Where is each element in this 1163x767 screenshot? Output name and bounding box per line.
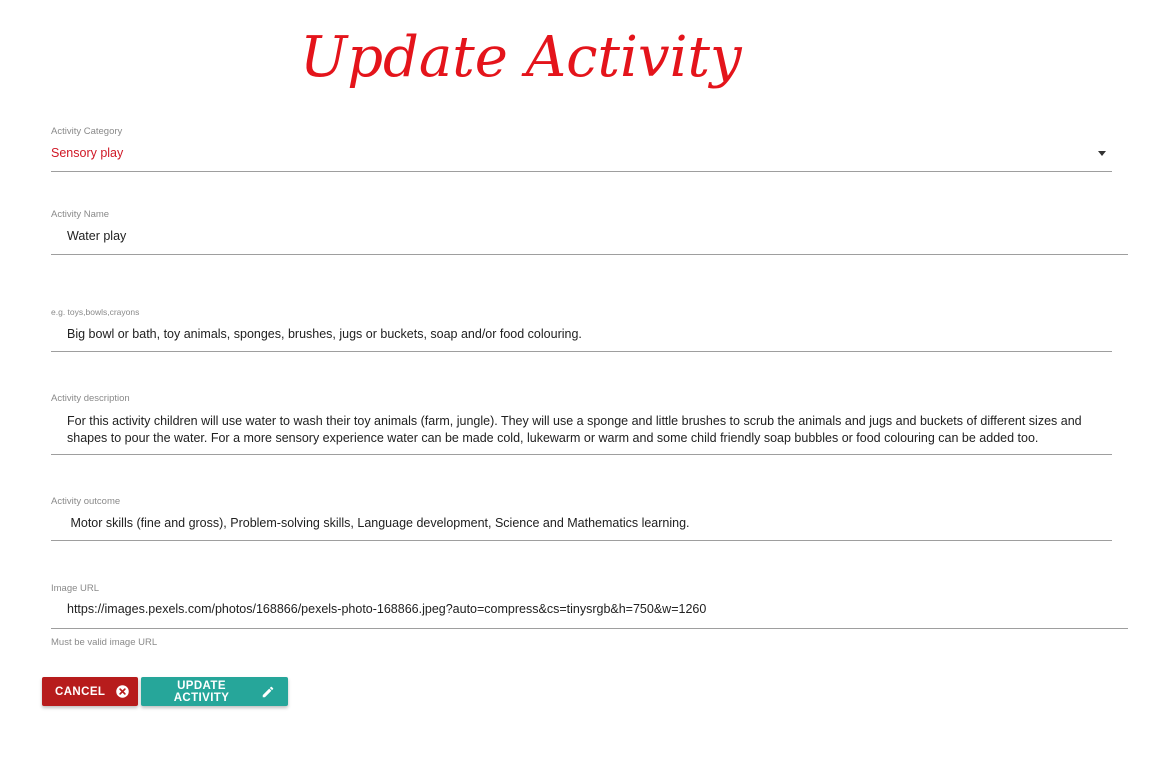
activity-description-field[interactable]: Activity description For this activity c… xyxy=(51,393,1112,455)
activity-outcome-underline xyxy=(51,540,1112,541)
image-url-helper-text: Must be valid image URL xyxy=(51,637,158,648)
image-url-input[interactable]: https://images.pexels.com/photos/168866/… xyxy=(67,601,1122,618)
cancel-button-label: Cancel xyxy=(55,685,106,698)
image-url-underline xyxy=(51,628,1128,629)
activity-description-label: Activity description xyxy=(51,393,130,404)
image-url-label: Image URL xyxy=(51,583,100,594)
activity-category-select[interactable]: Activity Category Sensory play xyxy=(51,126,1112,172)
page-title: Update Activity xyxy=(300,25,742,90)
pencil-icon xyxy=(261,685,275,699)
materials-underline xyxy=(51,351,1112,352)
activity-category-value[interactable]: Sensory play xyxy=(51,145,123,162)
activity-name-field[interactable]: Activity Name Water play xyxy=(51,209,1128,255)
dropdown-arrow-icon[interactable] xyxy=(1098,151,1106,156)
activity-category-underline xyxy=(51,171,1112,172)
materials-input[interactable]: Big bowl or bath, toy animals, sponges, … xyxy=(67,326,1107,343)
activity-name-underline xyxy=(51,254,1128,255)
activity-outcome-label: Activity outcome xyxy=(51,496,121,507)
activity-name-input[interactable]: Water play xyxy=(67,228,1117,245)
activity-outcome-input[interactable]: Motor skills (fine and gross), Problem-s… xyxy=(67,515,1107,532)
activity-category-label: Activity Category xyxy=(51,126,123,137)
activity-description-textarea[interactable]: For this activity children will use wate… xyxy=(67,413,1107,447)
activity-description-underline xyxy=(51,454,1112,455)
activity-outcome-field[interactable]: Activity outcome Motor skills (fine and … xyxy=(51,496,1112,541)
materials-field[interactable]: e.g. toys,bowls,crayons Big bowl or bath… xyxy=(51,307,1112,352)
materials-label: e.g. toys,bowls,crayons xyxy=(51,307,140,317)
update-activity-button[interactable]: Update Activity xyxy=(141,677,288,706)
cancel-button[interactable]: Cancel xyxy=(42,677,138,706)
cancel-circle-icon xyxy=(115,684,130,699)
update-activity-button-label: Update Activity xyxy=(173,679,230,704)
image-url-field[interactable]: Image URL https://images.pexels.com/phot… xyxy=(51,583,1128,629)
activity-name-label: Activity Name xyxy=(51,209,110,220)
